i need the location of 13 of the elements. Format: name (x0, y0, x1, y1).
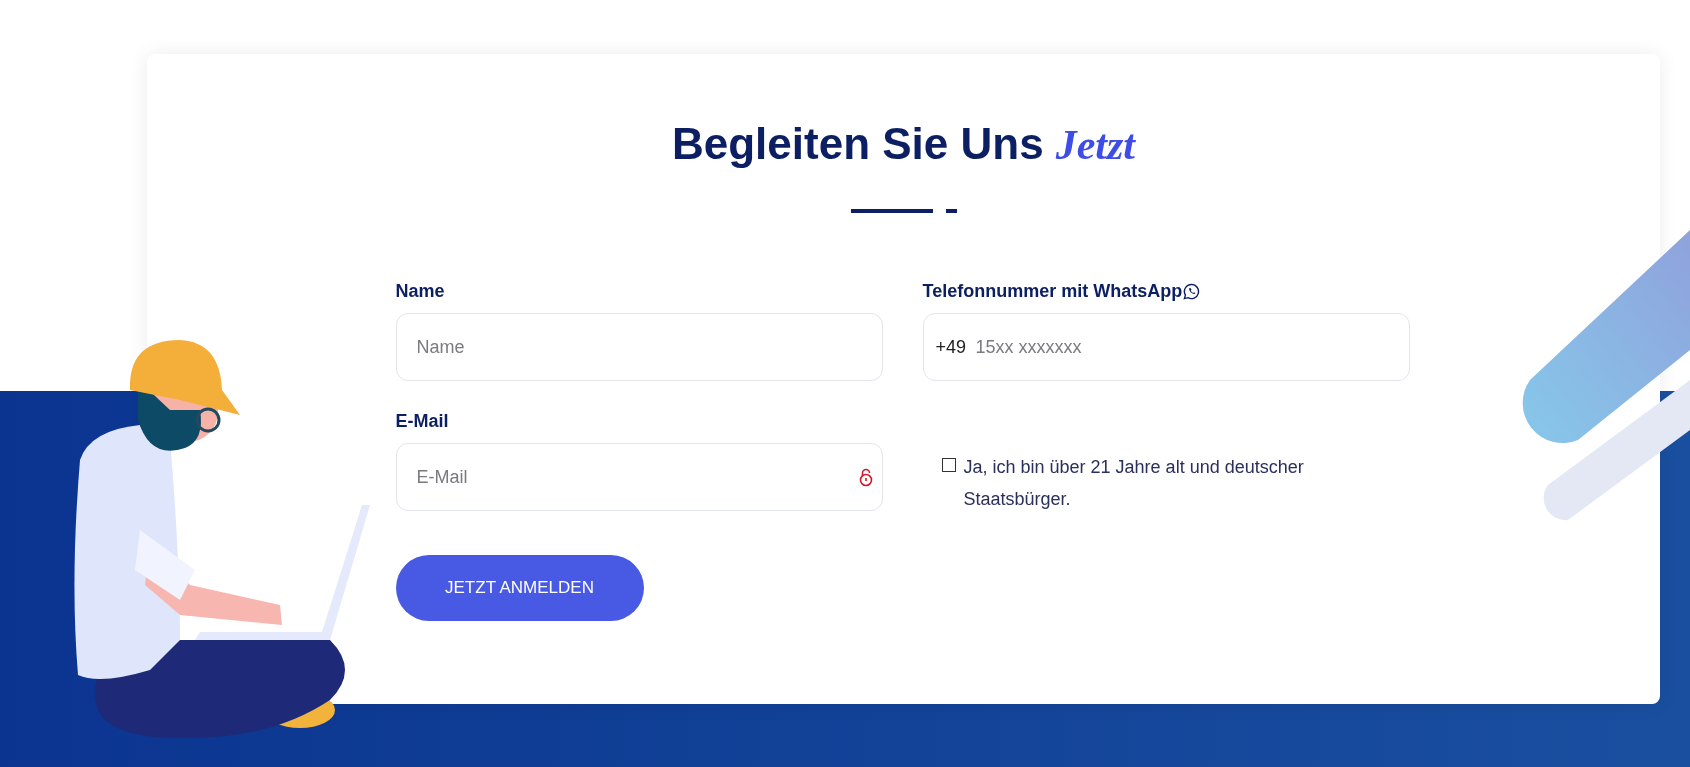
field-label: E-Mail (395, 409, 449, 433)
lock-icon (858, 467, 873, 487)
field-label: Name (395, 279, 445, 303)
checkbox[interactable] (941, 458, 956, 472)
divider-dash (945, 209, 957, 213)
submit-button[interactable]: JETZT ANMELDEN (395, 555, 644, 621)
name-field[interactable]: Name (395, 313, 883, 381)
heading: Begleiten Sie Uns Jetzt (672, 118, 1135, 170)
checkbox-label: Ja, ich bin über 21 Jahre alt und deutscher Staatsbürger. (963, 456, 1305, 511)
field-label: Telefonnummer mit WhatsApp (922, 279, 1183, 303)
email-field[interactable]: E-Mail (395, 443, 883, 511)
chat-bubble-icon (1183, 282, 1201, 300)
country-code: +49 (935, 336, 967, 359)
